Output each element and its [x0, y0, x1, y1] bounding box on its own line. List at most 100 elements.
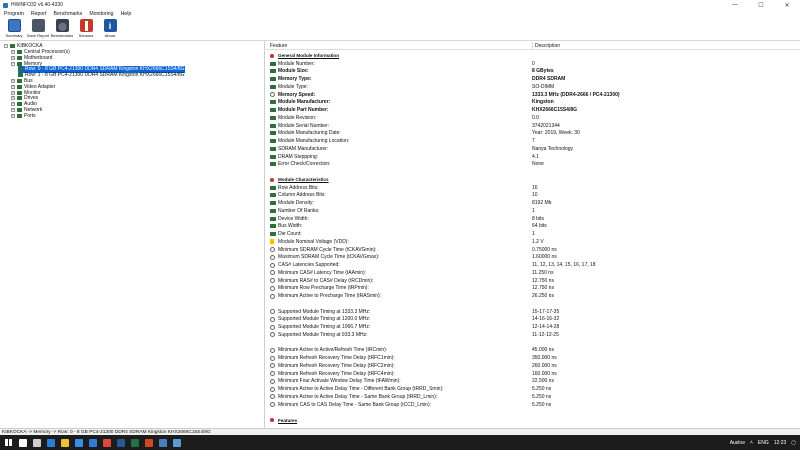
menu-help[interactable]: Help: [121, 11, 132, 17]
tree-item[interactable]: + Ports: [11, 113, 36, 119]
detail-row[interactable]: Module Type: SO-DIMM: [266, 83, 800, 91]
description-column-header[interactable]: Description: [532, 41, 560, 50]
tree-expander-icon[interactable]: +: [11, 102, 15, 107]
detail-row[interactable]: Supported Module Timing at 933.3 MHz: 11-…: [266, 331, 800, 339]
detail-row[interactable]: Number Of Ranks: 1: [266, 207, 800, 215]
tree-expander-icon[interactable]: +: [11, 113, 15, 118]
tree-expander-icon[interactable]: +: [11, 90, 15, 95]
detail-row[interactable]: Minimum Active to Active/Refresh Time (t…: [266, 347, 800, 355]
detail-row[interactable]: Module Manufacturing Date: Year: 2019, We…: [266, 130, 800, 138]
detail-row[interactable]: SDRAM Manufacturer: Nanya Technology: [266, 145, 800, 153]
detail-row[interactable]: Column Address Bits: 10: [266, 192, 800, 200]
menu-program[interactable]: Program: [4, 11, 24, 17]
tree-expander-icon[interactable]: +: [11, 78, 15, 83]
detail-row[interactable]: DRAM Steppping: 4.1: [266, 153, 800, 161]
tray-language[interactable]: ENG: [758, 440, 769, 446]
tree-expander-icon[interactable]: −: [11, 61, 15, 66]
detail-row[interactable]: Minimum Four Activate Window Delay Time …: [266, 378, 800, 386]
tree-expander-icon[interactable]: +: [11, 84, 15, 89]
detail-row[interactable]: Bus Width: 64 bits: [266, 223, 800, 231]
detail-row[interactable]: Minimum Active to Active Delay Time - Sa…: [266, 393, 800, 401]
notifications-icon[interactable]: ▢: [791, 440, 796, 446]
start-button[interactable]: [0, 435, 16, 450]
tree-expander-icon[interactable]: +: [11, 96, 15, 101]
detail-row[interactable]: Module Manufacturing Location: 7: [266, 137, 800, 145]
detail-row[interactable]: Module Number: 0: [266, 60, 800, 68]
tray-weather[interactable]: Ausloe: [730, 440, 745, 446]
clock-icon: [270, 324, 275, 330]
minimize-button[interactable]: —: [722, 0, 748, 10]
tree-expander-icon[interactable]: +: [11, 55, 15, 60]
detail-row[interactable]: Module Part Number: KHX2666C15S4/8G: [266, 106, 800, 114]
summary-button[interactable]: Summary: [2, 18, 26, 41]
detail-row[interactable]: Supported Module Timing at 1200.0 MHz: 14…: [266, 316, 800, 324]
detail-row[interactable]: Minimum Active to Precharge Time (tRASmi…: [266, 292, 800, 300]
menu-benchmarks[interactable]: Benchmarks: [53, 11, 82, 17]
detail-row[interactable]: Memory Type: DDR4 SDRAM: [266, 75, 800, 83]
menu-report[interactable]: Report: [31, 11, 47, 17]
detail-row[interactable]: Module Manufacturer: Kingston: [266, 99, 800, 107]
section-header[interactable]: Module Characteristics: [266, 176, 800, 184]
taskbar-app[interactable]: [44, 435, 58, 450]
detail-row[interactable]: Minimum SDRAM Cycle Time (tCKAVGmin): 0.7…: [266, 246, 800, 254]
taskbar-app[interactable]: [142, 435, 156, 450]
feature-cell: Number Of Ranks:: [278, 207, 320, 214]
detail-row[interactable]: Minimum RAS# to CAS# Delay (tRCDmin): 12.…: [266, 277, 800, 285]
detail-row[interactable]: Error Check/Correction: None: [266, 161, 800, 169]
taskbar-app[interactable]: [156, 435, 170, 450]
close-button[interactable]: ✕: [774, 0, 800, 10]
tray-chevron-icon[interactable]: ˄: [750, 440, 753, 446]
detail-row[interactable]: Module Density: 8192 Mb: [266, 199, 800, 207]
description-cell: 1.2 V: [532, 238, 544, 245]
description-cell: 8 bits: [532, 215, 544, 222]
taskbar-app[interactable]: [100, 435, 114, 450]
sensors-button[interactable]: Sensors: [74, 18, 98, 41]
detail-row[interactable]: Minimum Active to Active Delay Time - Di…: [266, 385, 800, 393]
detail-row[interactable]: Minimum CAS to CAS Delay Time - Same Ban…: [266, 401, 800, 409]
detail-row[interactable]: Device Width: 8 bits: [266, 215, 800, 223]
taskbar-app[interactable]: [86, 435, 100, 450]
detail-row[interactable]: Supported Module Timing at 1333.3 MHz: 15…: [266, 308, 800, 316]
tree-item[interactable]: Row: 1 - 8 GB PC4-21300 DDR4 SDRAM Kings…: [18, 72, 185, 78]
detail-row[interactable]: Die Count: 1: [266, 230, 800, 238]
maximize-button[interactable]: ☐: [748, 0, 774, 10]
tray-clock[interactable]: 12:23: [774, 440, 787, 446]
memory-module-icon: [270, 69, 276, 74]
save-icon: [31, 19, 45, 32]
tree-node-icon: [17, 61, 22, 66]
detail-row[interactable]: Minimum CAS# Latency Time (tAAmin): 11.25…: [266, 269, 800, 277]
detail-row[interactable]: Row Address Bits: 16: [266, 184, 800, 192]
detail-row[interactable]: Minimum Refresh Recovery Time Delay (tRF…: [266, 354, 800, 362]
detail-row[interactable]: Minimum Row Precharge Time (tRPmin): 12.7…: [266, 285, 800, 293]
taskbar-app[interactable]: [16, 435, 30, 450]
save-report-button[interactable]: Save Report: [26, 18, 50, 41]
section-header[interactable]: General Module Information: [266, 52, 800, 60]
section-header[interactable]: Features: [266, 416, 800, 424]
about-button[interactable]: i About: [98, 18, 122, 41]
taskbar-app[interactable]: [58, 435, 72, 450]
description-cell: 4.1: [532, 153, 539, 160]
taskbar-app[interactable]: [170, 435, 184, 450]
menu-monitoring[interactable]: Monitoring: [89, 11, 113, 17]
detail-row[interactable]: Memory Speed: 1333.3 MHz (DDR4-2666 / PC4…: [266, 91, 800, 99]
tree-expander-icon[interactable]: +: [11, 107, 15, 112]
benchmarks-button[interactable]: Benchmarks: [50, 18, 74, 41]
tree-expander-icon[interactable]: −: [4, 44, 8, 49]
detail-row[interactable]: Module Revision: 0.0: [266, 114, 800, 122]
detail-row[interactable]: Minimum Refresh Recovery Time Delay (tRF…: [266, 362, 800, 370]
tree-expander-icon[interactable]: +: [11, 49, 15, 54]
detail-row[interactable]: Supported Module Timing at 1066.7 MHz: 12…: [266, 323, 800, 331]
detail-row[interactable]: Minimum Refresh Recovery Time Delay (tRF…: [266, 370, 800, 378]
taskbar-app[interactable]: [114, 435, 128, 450]
taskbar-app[interactable]: [128, 435, 142, 450]
taskbar-app[interactable]: [72, 435, 86, 450]
description-cell: 12-14-14-28: [532, 324, 560, 331]
feature-column-header[interactable]: Feature: [270, 43, 287, 49]
taskbar-app[interactable]: [30, 435, 44, 450]
detail-row[interactable]: Module Serial Number: 3742021344: [266, 122, 800, 130]
detail-row[interactable]: CAS# Latencies Supported: 11, 12, 13, 14,…: [266, 261, 800, 269]
detail-row[interactable]: Module Nominal Voltage (VDD): 1.2 V: [266, 238, 800, 246]
description-cell: 12.750 ns: [532, 277, 554, 284]
detail-row[interactable]: Maximum SDRAM Cycle Time (tCKAVGmax): 1.6…: [266, 254, 800, 262]
detail-row[interactable]: Module Size: 8 GBytes: [266, 68, 800, 76]
